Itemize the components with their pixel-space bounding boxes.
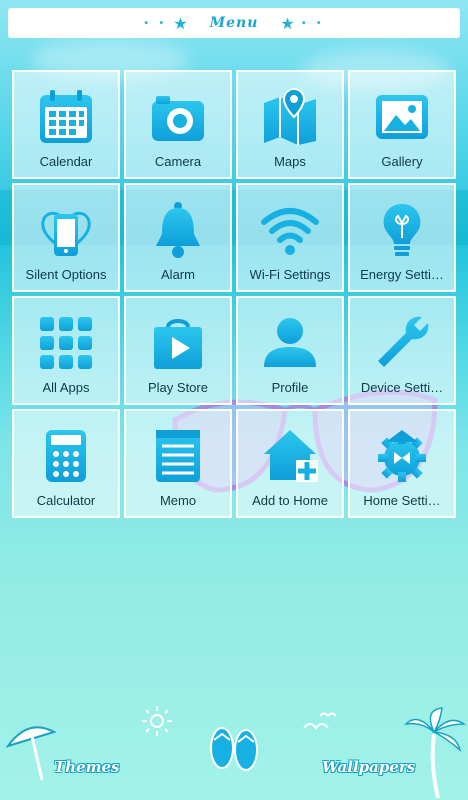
calculator-icon — [33, 423, 99, 489]
tile-play-store[interactable]: Play Store — [124, 296, 232, 405]
add-home-icon — [257, 423, 323, 489]
wifi-icon — [257, 197, 323, 263]
tile-label: Maps — [274, 154, 306, 169]
map-icon — [257, 84, 323, 150]
bottom-bar: Themes Wallpapers — [0, 690, 468, 800]
tile-label: Alarm — [161, 267, 195, 282]
tile-all-apps[interactable]: All Apps — [12, 296, 120, 405]
tile-label: Wi-Fi Settings — [249, 267, 331, 282]
tile-device-settings[interactable]: Device Setti… — [348, 296, 456, 405]
tile-calculator[interactable]: Calculator — [12, 409, 120, 518]
seagulls-icon — [303, 712, 337, 730]
apps-grid-icon — [33, 310, 99, 376]
home-gear-icon — [369, 423, 435, 489]
tile-label: Silent Options — [25, 267, 107, 282]
tile-wifi-settings[interactable]: Wi-Fi Settings — [236, 183, 344, 292]
tile-profile[interactable]: Profile — [236, 296, 344, 405]
tile-label: All Apps — [42, 380, 90, 395]
sun-icon — [142, 706, 172, 736]
dots-decoration: • • — [300, 17, 325, 29]
tile-label: Play Store — [148, 380, 208, 395]
person-icon — [257, 310, 323, 376]
tile-silent-options[interactable]: Silent Options — [12, 183, 120, 292]
menu-title: Menu — [209, 15, 259, 31]
palm-tree-icon — [404, 707, 466, 799]
lightbulb-icon — [369, 197, 435, 263]
tile-label: Add to Home — [252, 493, 328, 508]
tile-label: Device Setti… — [360, 380, 444, 395]
silent-phone-icon — [33, 197, 99, 263]
tile-label: Memo — [159, 493, 197, 508]
memo-icon — [145, 423, 211, 489]
starfish-icon: ★ — [280, 13, 295, 33]
tile-label: Energy Setti… — [360, 267, 444, 282]
tile-label: Home Setti… — [363, 493, 441, 508]
tile-label: Camera — [154, 154, 202, 169]
wallpapers-button[interactable]: Wallpapers — [322, 758, 415, 776]
play-store-icon — [145, 310, 211, 376]
tile-calendar[interactable]: Calendar — [12, 70, 120, 179]
dots-decoration: • • — [143, 17, 168, 29]
tile-maps[interactable]: Maps — [236, 70, 344, 179]
tile-add-to-home[interactable]: Add to Home — [236, 409, 344, 518]
calendar-icon — [33, 84, 99, 150]
gallery-icon — [369, 84, 435, 150]
tile-label: Calendar — [39, 154, 93, 169]
tile-label: Calculator — [36, 493, 96, 508]
bell-icon — [145, 197, 211, 263]
tile-gallery[interactable]: Gallery — [348, 70, 456, 179]
wrench-icon — [369, 310, 435, 376]
camera-icon — [145, 84, 211, 150]
tile-energy-settings[interactable]: Energy Setti… — [348, 183, 456, 292]
menu-header-bar: • • ★ Menu ★ • • — [8, 8, 460, 38]
starfish-icon: ★ — [173, 13, 188, 33]
tile-home-settings[interactable]: Home Setti… — [348, 409, 456, 518]
tile-alarm[interactable]: Alarm — [124, 183, 232, 292]
tile-label: Gallery — [381, 154, 423, 169]
flip-flops-icon[interactable] — [208, 724, 260, 772]
tile-camera[interactable]: Camera — [124, 70, 232, 179]
themes-button[interactable]: Themes — [54, 758, 119, 776]
tile-label: Profile — [271, 380, 309, 395]
app-grid: Calendar Camera Maps Gallery Silent Opti… — [12, 70, 456, 518]
tile-memo[interactable]: Memo — [124, 409, 232, 518]
